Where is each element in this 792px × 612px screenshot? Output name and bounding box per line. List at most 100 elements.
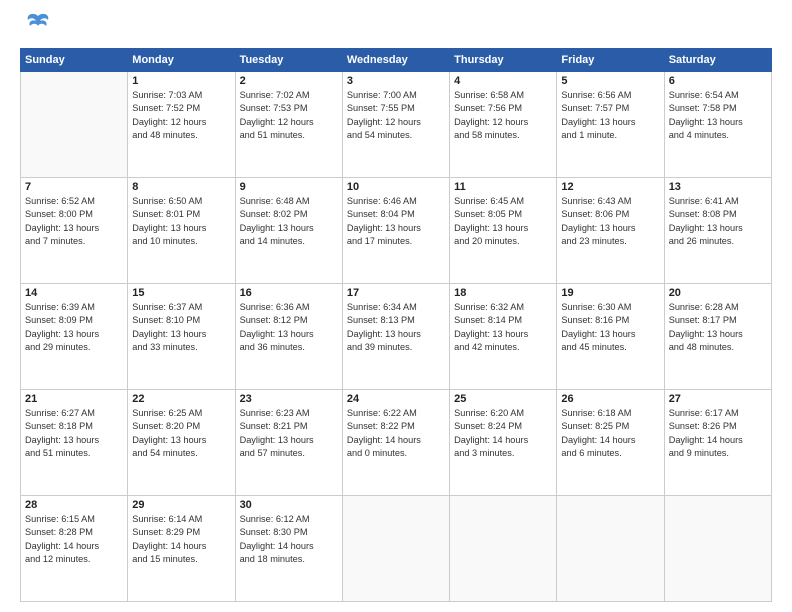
calendar-day-cell: 6 Sunrise: 6:54 AM Sunset: 7:58 PM Daylig… [664, 72, 771, 178]
calendar-header-tuesday: Tuesday [235, 49, 342, 72]
day-number: 14 [25, 287, 123, 299]
calendar-day-cell: 4 Sunrise: 6:58 AM Sunset: 7:56 PM Daylig… [450, 72, 557, 178]
day-info: Sunrise: 6:56 AM Sunset: 7:57 PM Dayligh… [561, 89, 659, 142]
calendar-day-cell: 2 Sunrise: 7:02 AM Sunset: 7:53 PM Daylig… [235, 72, 342, 178]
calendar-week-row: 7 Sunrise: 6:52 AM Sunset: 8:00 PM Daylig… [21, 178, 772, 284]
logo [20, 18, 52, 38]
day-number: 10 [347, 181, 445, 193]
calendar-day-cell: 7 Sunrise: 6:52 AM Sunset: 8:00 PM Daylig… [21, 178, 128, 284]
calendar-day-cell: 14 Sunrise: 6:39 AM Sunset: 8:09 PM Dayli… [21, 284, 128, 390]
day-number: 2 [240, 75, 338, 87]
day-info: Sunrise: 6:54 AM Sunset: 7:58 PM Dayligh… [669, 89, 767, 142]
calendar-day-cell: 16 Sunrise: 6:36 AM Sunset: 8:12 PM Dayli… [235, 284, 342, 390]
calendar-day-cell: 18 Sunrise: 6:32 AM Sunset: 8:14 PM Dayli… [450, 284, 557, 390]
calendar-header-sunday: Sunday [21, 49, 128, 72]
calendar-table: SundayMondayTuesdayWednesdayThursdayFrid… [20, 48, 772, 602]
calendar-day-cell [664, 496, 771, 602]
day-number: 3 [347, 75, 445, 87]
day-number: 4 [454, 75, 552, 87]
day-number: 11 [454, 181, 552, 193]
day-number: 25 [454, 393, 552, 405]
day-info: Sunrise: 6:32 AM Sunset: 8:14 PM Dayligh… [454, 301, 552, 354]
day-info: Sunrise: 7:00 AM Sunset: 7:55 PM Dayligh… [347, 89, 445, 142]
day-info: Sunrise: 6:36 AM Sunset: 8:12 PM Dayligh… [240, 301, 338, 354]
calendar-day-cell [342, 496, 449, 602]
day-info: Sunrise: 6:41 AM Sunset: 8:08 PM Dayligh… [669, 195, 767, 248]
day-number: 13 [669, 181, 767, 193]
day-info: Sunrise: 6:45 AM Sunset: 8:05 PM Dayligh… [454, 195, 552, 248]
day-number: 15 [132, 287, 230, 299]
day-info: Sunrise: 6:23 AM Sunset: 8:21 PM Dayligh… [240, 407, 338, 460]
calendar-day-cell: 11 Sunrise: 6:45 AM Sunset: 8:05 PM Dayli… [450, 178, 557, 284]
calendar-day-cell: 27 Sunrise: 6:17 AM Sunset: 8:26 PM Dayli… [664, 390, 771, 496]
calendar-day-cell: 10 Sunrise: 6:46 AM Sunset: 8:04 PM Dayli… [342, 178, 449, 284]
calendar-day-cell: 15 Sunrise: 6:37 AM Sunset: 8:10 PM Dayli… [128, 284, 235, 390]
calendar-header-row: SundayMondayTuesdayWednesdayThursdayFrid… [21, 49, 772, 72]
day-number: 27 [669, 393, 767, 405]
calendar-day-cell: 23 Sunrise: 6:23 AM Sunset: 8:21 PM Dayli… [235, 390, 342, 496]
logo-bird-icon [24, 10, 52, 38]
day-info: Sunrise: 7:02 AM Sunset: 7:53 PM Dayligh… [240, 89, 338, 142]
day-number: 12 [561, 181, 659, 193]
calendar-header-friday: Friday [557, 49, 664, 72]
day-number: 18 [454, 287, 552, 299]
day-info: Sunrise: 6:22 AM Sunset: 8:22 PM Dayligh… [347, 407, 445, 460]
day-info: Sunrise: 6:12 AM Sunset: 8:30 PM Dayligh… [240, 513, 338, 566]
day-info: Sunrise: 6:37 AM Sunset: 8:10 PM Dayligh… [132, 301, 230, 354]
calendar-week-row: 1 Sunrise: 7:03 AM Sunset: 7:52 PM Daylig… [21, 72, 772, 178]
day-number: 8 [132, 181, 230, 193]
day-number: 21 [25, 393, 123, 405]
calendar-day-cell: 24 Sunrise: 6:22 AM Sunset: 8:22 PM Dayli… [342, 390, 449, 496]
day-info: Sunrise: 6:15 AM Sunset: 8:28 PM Dayligh… [25, 513, 123, 566]
calendar-day-cell: 25Sunrise: 6:20 AM Sunset: 8:24 PM Dayli… [450, 390, 557, 496]
day-info: Sunrise: 6:30 AM Sunset: 8:16 PM Dayligh… [561, 301, 659, 354]
day-info: Sunrise: 6:58 AM Sunset: 7:56 PM Dayligh… [454, 89, 552, 142]
calendar-day-cell: 17 Sunrise: 6:34 AM Sunset: 8:13 PM Dayli… [342, 284, 449, 390]
day-number: 6 [669, 75, 767, 87]
page: SundayMondayTuesdayWednesdayThursdayFrid… [0, 0, 792, 612]
calendar-day-cell: 20Sunrise: 6:28 AM Sunset: 8:17 PM Dayli… [664, 284, 771, 390]
day-info: Sunrise: 6:18 AM Sunset: 8:25 PM Dayligh… [561, 407, 659, 460]
calendar-day-cell: 3 Sunrise: 7:00 AM Sunset: 7:55 PM Daylig… [342, 72, 449, 178]
day-number: 7 [25, 181, 123, 193]
day-number: 26 [561, 393, 659, 405]
day-info: Sunrise: 6:34 AM Sunset: 8:13 PM Dayligh… [347, 301, 445, 354]
day-info: Sunrise: 7:03 AM Sunset: 7:52 PM Dayligh… [132, 89, 230, 142]
day-info: Sunrise: 6:27 AM Sunset: 8:18 PM Dayligh… [25, 407, 123, 460]
day-number: 19 [561, 287, 659, 299]
day-info: Sunrise: 6:46 AM Sunset: 8:04 PM Dayligh… [347, 195, 445, 248]
day-info: Sunrise: 6:17 AM Sunset: 8:26 PM Dayligh… [669, 407, 767, 460]
day-info: Sunrise: 6:14 AM Sunset: 8:29 PM Dayligh… [132, 513, 230, 566]
day-number: 17 [347, 287, 445, 299]
calendar-day-cell [450, 496, 557, 602]
day-number: 28 [25, 499, 123, 511]
calendar-day-cell: 30Sunrise: 6:12 AM Sunset: 8:30 PM Dayli… [235, 496, 342, 602]
day-number: 29 [132, 499, 230, 511]
day-info: Sunrise: 6:43 AM Sunset: 8:06 PM Dayligh… [561, 195, 659, 248]
calendar-day-cell: 1 Sunrise: 7:03 AM Sunset: 7:52 PM Daylig… [128, 72, 235, 178]
calendar-week-row: 28 Sunrise: 6:15 AM Sunset: 8:28 PM Dayli… [21, 496, 772, 602]
calendar-day-cell: 13 Sunrise: 6:41 AM Sunset: 8:08 PM Dayli… [664, 178, 771, 284]
day-info: Sunrise: 6:25 AM Sunset: 8:20 PM Dayligh… [132, 407, 230, 460]
day-info: Sunrise: 6:39 AM Sunset: 8:09 PM Dayligh… [25, 301, 123, 354]
day-number: 20 [669, 287, 767, 299]
day-number: 1 [132, 75, 230, 87]
calendar-day-cell: 5 Sunrise: 6:56 AM Sunset: 7:57 PM Daylig… [557, 72, 664, 178]
calendar-day-cell [21, 72, 128, 178]
day-number: 23 [240, 393, 338, 405]
day-info: Sunrise: 6:52 AM Sunset: 8:00 PM Dayligh… [25, 195, 123, 248]
day-info: Sunrise: 6:50 AM Sunset: 8:01 PM Dayligh… [132, 195, 230, 248]
calendar-day-cell: 19 Sunrise: 6:30 AM Sunset: 8:16 PM Dayli… [557, 284, 664, 390]
day-info: Sunrise: 6:48 AM Sunset: 8:02 PM Dayligh… [240, 195, 338, 248]
header [20, 18, 772, 38]
calendar-day-cell: 26 Sunrise: 6:18 AM Sunset: 8:25 PM Dayli… [557, 390, 664, 496]
calendar-week-row: 21 Sunrise: 6:27 AM Sunset: 8:18 PM Dayli… [21, 390, 772, 496]
calendar-day-cell: 22Sunrise: 6:25 AM Sunset: 8:20 PM Dayli… [128, 390, 235, 496]
calendar-header-saturday: Saturday [664, 49, 771, 72]
day-number: 24 [347, 393, 445, 405]
calendar-day-cell: 28 Sunrise: 6:15 AM Sunset: 8:28 PM Dayli… [21, 496, 128, 602]
calendar-header-monday: Monday [128, 49, 235, 72]
calendar-day-cell: 29 Sunrise: 6:14 AM Sunset: 8:29 PM Dayli… [128, 496, 235, 602]
day-number: 16 [240, 287, 338, 299]
day-number: 5 [561, 75, 659, 87]
